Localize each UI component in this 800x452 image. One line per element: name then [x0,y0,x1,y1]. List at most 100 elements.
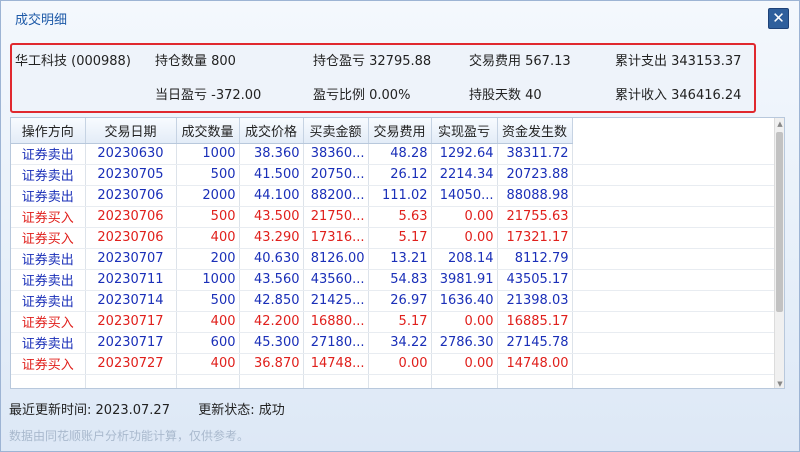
update-state-label: 更新状态: [198,403,255,418]
cell-realized-pnl: 0.00 [431,353,498,375]
cell-fee: 111.02 [368,185,432,207]
cell-cash-flow: 21755.63 [497,206,573,228]
cell-direction: 证券卖出 [11,164,86,186]
cell-cash-flow: 17321.17 [497,227,573,249]
cell-cash-flow: 16885.17 [497,311,573,333]
stock-name-code: 华工科技 (000988) [15,54,131,69]
cell-quantity: 500 [176,206,240,228]
cell-blank [572,227,776,249]
cell-cash-flow: 14748.00 [497,353,573,375]
cell-realized-pnl: 3981.91 [431,269,498,291]
cell-realized-pnl: 1636.40 [431,290,498,312]
cell-direction: 证券卖出 [11,143,86,165]
cell-amount: 20750... [303,164,369,186]
table-row[interactable]: 证券卖出 20230711 1000 43.560 43560... 54.83 3981.… [11,269,776,291]
cell-realized-pnl: 2214.34 [431,164,498,186]
col-header-cash-flow[interactable]: 资金发生数 [497,118,573,144]
table-header-row: 操作方向 交易日期 成交数量 成交价格 买卖金额 交易费用 实现盈亏 资金发生数 [11,118,776,144]
cell-price: 43.500 [239,206,304,228]
col-header-fee[interactable]: 交易费用 [368,118,432,144]
cell-fee: 54.83 [368,269,432,291]
cell-blank [572,164,776,186]
col-header-date[interactable]: 交易日期 [85,118,177,144]
close-button[interactable]: ✕ [768,8,789,29]
table-row[interactable]: 证券买入 20230706 500 43.500 21750... 5.63 0.00 217… [11,206,776,228]
cell-cash-flow: 38311.72 [497,143,573,165]
title-bar: 成交明细 ✕ [1,1,799,35]
col-header-price[interactable]: 成交价格 [239,118,304,144]
cell-fee: 5.17 [368,311,432,333]
empty-cell [11,374,86,388]
vertical-scrollbar[interactable]: ▲ ▼ [774,118,784,388]
cell-fee: 0.00 [368,353,432,375]
trade-detail-window: 成交明细 ✕ 华工科技 (000988) 持仓数量 800 持仓盈亏 32795… [0,0,800,452]
position-pnl: 持仓盈亏 32795.88 [313,54,432,69]
cell-fee: 48.28 [368,143,432,165]
cell-blank [572,248,776,270]
cell-fee: 13.21 [368,248,432,270]
table-row[interactable]: 证券买入 20230706 400 43.290 17316... 5.17 0.00 173… [11,227,776,249]
empty-cell [497,374,573,388]
cell-amount: 16880... [303,311,369,333]
cell-price: 38.360 [239,143,304,165]
table-row[interactable]: 证券卖出 20230630 1000 38.360 38360... 48.28 1292.… [11,143,776,165]
holding-days: 持股天数 40 [469,88,542,103]
cell-quantity: 600 [176,332,240,354]
table-row[interactable]: 证券卖出 20230717 600 45.300 27180... 34.22 2786.3… [11,332,776,354]
table-row[interactable]: 证券卖出 20230714 500 42.850 21425... 26.97 1636.4… [11,290,776,312]
col-header-quantity[interactable]: 成交数量 [176,118,240,144]
cell-date: 20230630 [85,143,177,165]
cell-realized-pnl: 208.14 [431,248,498,270]
cell-blank [572,143,776,165]
cell-price: 43.290 [239,227,304,249]
cell-date: 20230705 [85,164,177,186]
cell-amount: 38360... [303,143,369,165]
empty-row [11,374,776,388]
pnl-ratio: 盈亏比例 0.00% [313,88,411,103]
cell-blank [572,353,776,375]
cell-blank [572,269,776,291]
cell-blank [572,332,776,354]
cell-quantity: 400 [176,227,240,249]
cell-price: 42.850 [239,290,304,312]
cell-date: 20230706 [85,206,177,228]
table-row[interactable]: 证券卖出 20230705 500 41.500 20750... 26.12 2214.3… [11,164,776,186]
cell-blank [572,290,776,312]
cell-realized-pnl: 1292.64 [431,143,498,165]
cell-cash-flow: 88088.98 [497,185,573,207]
cell-quantity: 1000 [176,143,240,165]
status-bar: 最近更新时间: 2023.07.27 更新状态: 成功 [9,399,285,418]
col-header-direction[interactable]: 操作方向 [11,118,86,144]
table-row[interactable]: 证券卖出 20230706 2000 44.100 88200... 111.02 1405… [11,185,776,207]
cell-date: 20230706 [85,227,177,249]
cell-date: 20230714 [85,290,177,312]
empty-cell [239,374,304,388]
cell-direction: 证券卖出 [11,185,86,207]
cell-quantity: 200 [176,248,240,270]
cell-quantity: 1000 [176,269,240,291]
cell-blank [572,185,776,207]
scroll-down-icon[interactable]: ▼ [776,379,784,388]
cell-direction: 证券买入 [11,206,86,228]
scroll-up-icon[interactable]: ▲ [776,119,784,129]
scrollbar-thumb[interactable] [776,132,783,312]
trade-fee-total: 交易费用 567.13 [469,54,571,69]
col-header-amount[interactable]: 买卖金额 [303,118,369,144]
cell-blank [572,311,776,333]
window-title: 成交明细 [15,12,68,28]
empty-cell [572,374,776,388]
table-row[interactable]: 证券买入 20230717 400 42.200 16880... 5.17 0.00 168… [11,311,776,333]
cell-blank [572,206,776,228]
total-income: 累计收入 346416.24 [615,88,742,103]
cell-cash-flow: 20723.88 [497,164,573,186]
table-row[interactable]: 证券卖出 20230707 200 40.630 8126.00 13.21 208.14 8… [11,248,776,270]
cell-fee: 5.17 [368,227,432,249]
update-state-value: 成功 [258,403,285,418]
cell-fee: 5.63 [368,206,432,228]
table-row[interactable]: 证券买入 20230727 400 36.870 14748... 0.00 0.00 147… [11,353,776,375]
col-header-realized-pnl[interactable]: 实现盈亏 [431,118,498,144]
cell-realized-pnl: 2786.30 [431,332,498,354]
cell-date: 20230706 [85,185,177,207]
cell-date: 20230717 [85,311,177,333]
cell-amount: 43560... [303,269,369,291]
